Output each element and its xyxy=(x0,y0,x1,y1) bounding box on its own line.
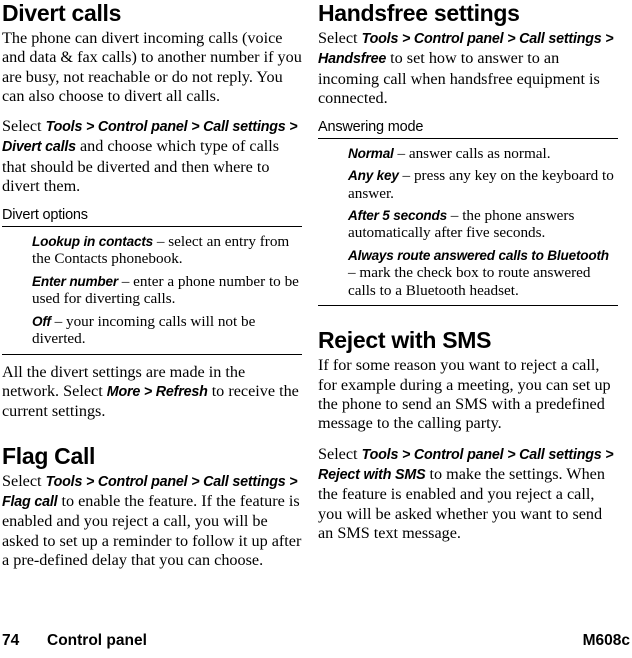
divert-options-table: Lookup in contacts – select an entry fro… xyxy=(2,226,302,355)
rejectsms-lead-text: Select xyxy=(318,444,362,463)
page-title-divert-calls: Divert calls xyxy=(2,0,122,26)
ui-path-more-refresh: More > Refresh xyxy=(106,384,208,401)
manual-page: Divert calls The phone can divert incomi… xyxy=(0,0,632,658)
option-term: After 5 seconds xyxy=(348,207,447,223)
footer-chapter-name: Control panel xyxy=(47,632,147,649)
list-item: Any key – press any key on the keyboard … xyxy=(348,165,618,205)
reject-sms-intro-paragraph: If for some reason you want to reject a … xyxy=(318,356,611,433)
option-description: – answer calls as normal. xyxy=(393,144,551,162)
footer-model-name: M608c xyxy=(582,632,630,649)
option-term: Always route answered calls to Bluetooth xyxy=(348,247,609,263)
divert-network-paragraph: All the divert settings are made in the … xyxy=(2,363,302,422)
list-item: Lookup in contacts – select an entry fro… xyxy=(32,230,302,270)
page-footer: 74 Control panel M608c xyxy=(0,631,632,655)
option-description: – mark the check box to route answered c… xyxy=(348,264,591,299)
section-title-reject-with-sms: Reject with SMS xyxy=(318,327,492,354)
list-item: Enter number – enter a phone number to b… xyxy=(32,270,302,310)
handsfree-select-paragraph: Select Tools > Control panel > Call sett… xyxy=(318,29,618,108)
section-title-handsfree-settings: Handsfree settings xyxy=(318,0,520,26)
option-term: Lookup in contacts xyxy=(32,233,154,249)
right-column: Handsfree settings Select Tools > Contro… xyxy=(318,0,618,543)
flagcall-lead-text: Select xyxy=(2,471,46,490)
reject-sms-select-paragraph: Select Tools > Control panel > Call sett… xyxy=(318,445,618,543)
option-description: – your incoming calls will not be divert… xyxy=(32,312,256,347)
footer-page-number: 74 xyxy=(2,632,20,649)
option-term: Normal xyxy=(348,145,394,161)
select-lead-text: Select xyxy=(2,117,46,136)
option-term: Off xyxy=(32,313,51,329)
answering-mode-table: Normal – answer calls as normal. Any key… xyxy=(318,138,618,307)
section-title-flag-call: Flag Call xyxy=(2,442,96,469)
list-item: Normal – answer calls as normal. xyxy=(348,142,618,164)
flag-call-paragraph: Select Tools > Control panel > Call sett… xyxy=(2,472,302,570)
list-item: Always route answered calls to Bluetooth… xyxy=(348,244,618,301)
divert-calls-select-paragraph: Select Tools > Control panel > Call sett… xyxy=(2,117,302,196)
option-term: Enter number xyxy=(32,273,118,289)
left-column: Divert calls The phone can divert incomi… xyxy=(2,0,302,570)
handsfree-lead-text: Select xyxy=(318,29,362,47)
answering-mode-subheading: Answering mode xyxy=(318,119,424,136)
divert-options-subheading: Divert options xyxy=(2,207,88,224)
list-item: After 5 seconds – the phone answers auto… xyxy=(348,204,618,244)
divert-calls-intro-paragraph: The phone can divert incoming calls (voi… xyxy=(2,29,302,105)
list-item: Off – your incoming calls will not be di… xyxy=(32,310,302,350)
option-term: Any key xyxy=(348,168,399,184)
